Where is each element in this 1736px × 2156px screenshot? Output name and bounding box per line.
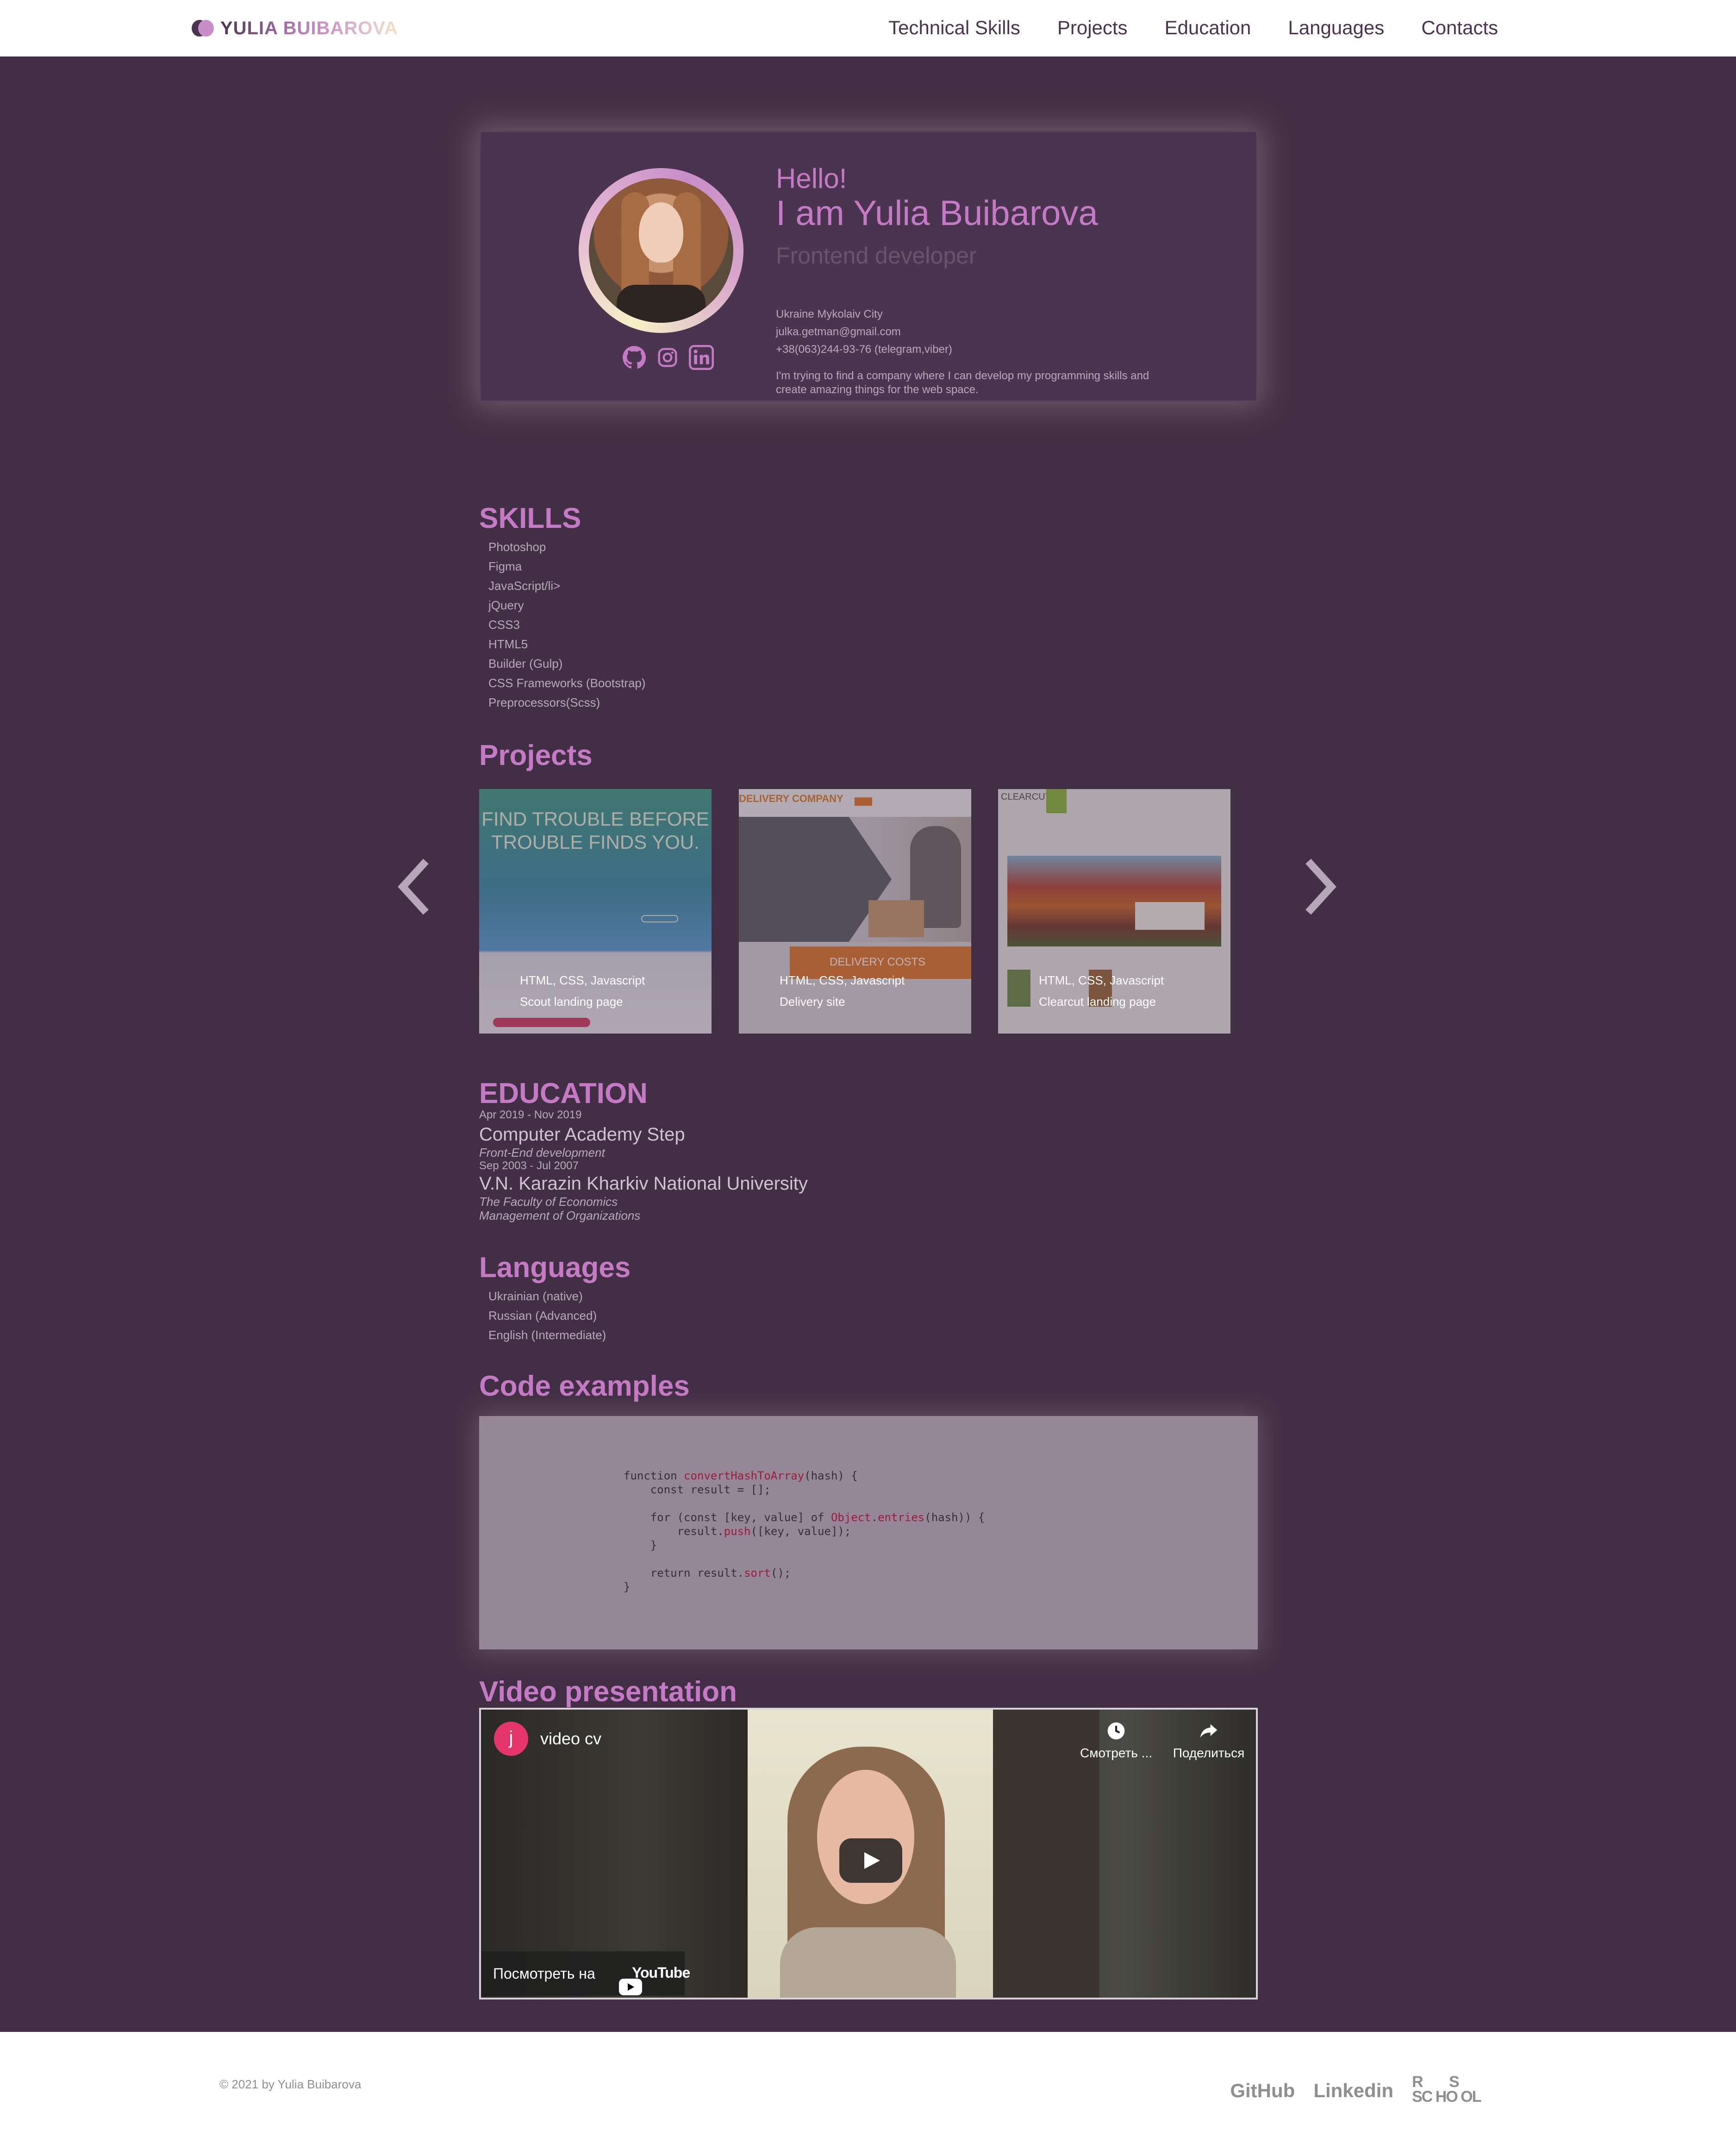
list-item: Ukrainian (native) — [488, 1289, 583, 1303]
instagram-icon[interactable] — [657, 347, 678, 368]
list-item: jQuery — [488, 598, 524, 612]
hero-phone[interactable]: +38(063)244-93-76 (telegram,viber) — [776, 343, 952, 356]
code-line: result.push([key, value]); — [624, 1525, 851, 1538]
code-line: } — [624, 1580, 631, 1593]
linkedin-icon[interactable] — [689, 345, 714, 370]
nav-contacts[interactable]: Contacts — [1421, 17, 1498, 39]
avatar — [589, 178, 733, 323]
social-links — [622, 345, 714, 370]
watch-later-label: Смотреть ... — [1080, 1746, 1152, 1760]
skills-title: SKILLS — [479, 502, 581, 534]
code-example-box: function convertHashToArray(hash) { cons… — [479, 1416, 1258, 1649]
hero-card: Hello! I am Yulia Buibarova Frontend dev… — [479, 131, 1258, 402]
list-item: Photoshop — [488, 540, 546, 554]
share-button[interactable]: Поделиться — [1162, 1721, 1255, 1761]
video-title: Video presentation — [479, 1676, 737, 1708]
footer-links: GitHub Linkedin R S SC HO OL — [1230, 2074, 1491, 2107]
project-name: Delivery site — [780, 995, 845, 1009]
list-item: HTML5 — [488, 637, 528, 651]
clock-icon — [1107, 1722, 1125, 1740]
education-detail: Management of Organizations — [479, 1209, 641, 1222]
project-name: Scout landing page — [520, 995, 623, 1009]
code-line: return result.sort(); — [624, 1567, 791, 1579]
hero-role: Frontend developer — [776, 243, 977, 269]
skills-list: Photoshop Figma JavaScript/li> jQuery CS… — [488, 537, 646, 712]
footer-github-link[interactable]: GitHub — [1230, 2080, 1295, 2102]
watch-on-youtube-button[interactable]: Посмотреть на YouTube — [481, 1951, 690, 1996]
hero-about: I'm trying to find a company where I can… — [776, 370, 1149, 396]
education-detail: Front-End development — [479, 1146, 605, 1159]
hero-greeting: Hello! — [776, 163, 847, 194]
carousel-prev-arrow-icon[interactable] — [395, 857, 432, 917]
channel-avatar[interactable]: j — [494, 1722, 528, 1756]
code-examples-title: Code examples — [479, 1370, 690, 1402]
youtube-logo-icon: YouTube — [607, 1964, 690, 1995]
nav-projects[interactable]: Projects — [1057, 17, 1128, 39]
list-item: Figma — [488, 559, 522, 573]
education-title: EDUCATION — [479, 1078, 648, 1109]
project-tech: HTML, CSS, Javascript — [780, 973, 905, 987]
list-item: English (Intermediate) — [488, 1328, 606, 1342]
youtube-wordmark: YouTube — [632, 1964, 690, 1981]
languages-list: Ukrainian (native) Russian (Advanced) En… — [488, 1286, 606, 1345]
project-card-delivery[interactable]: DELIVERY COMPANY DELIVERY COSTS HTML, CS… — [739, 789, 971, 1034]
share-icon — [1200, 1724, 1218, 1738]
site-header: YULIA BUIBAROVA Technical Skills Project… — [0, 0, 1736, 56]
projects-title: Projects — [479, 740, 593, 771]
hero-location: Ukraine Mykolaiv City — [776, 308, 883, 320]
video-embed[interactable]: j video cv Смотреть ... Поделиться Посмо… — [479, 1708, 1258, 1999]
list-item: Russian (Advanced) — [488, 1309, 597, 1322]
project-card-clearcut[interactable]: CLEARCUT HTML, CSS, Javascript Clearcut … — [998, 789, 1230, 1034]
nav-technical-skills[interactable]: Technical Skills — [888, 17, 1020, 39]
github-icon[interactable] — [622, 345, 646, 370]
list-item: Preprocessors(Scss) — [488, 696, 600, 709]
carousel-next-arrow-icon[interactable] — [1302, 857, 1339, 917]
project-name: Clearcut landing page — [1039, 995, 1156, 1009]
code-line: for (const [key, value] of Object.entrie… — [624, 1511, 985, 1524]
share-label: Поделиться — [1173, 1746, 1245, 1760]
nav-languages[interactable]: Languages — [1288, 17, 1384, 39]
code-line: const result = []; — [624, 1483, 771, 1496]
project-tech: HTML, CSS, Javascript — [520, 973, 645, 987]
footer-linkedin-link[interactable]: Linkedin — [1313, 2080, 1393, 2102]
education-school: V.N. Karazin Kharkiv National University — [479, 1173, 808, 1194]
code-line: } — [624, 1539, 657, 1552]
list-item: JavaScript/li> — [488, 579, 561, 593]
main-nav: Technical Skills Projects Education Lang… — [888, 17, 1498, 39]
project-tech: HTML, CSS, Javascript — [1039, 973, 1164, 987]
nav-education[interactable]: Education — [1165, 17, 1251, 39]
project-card-scout[interactable]: FIND TROUBLE BEFORE TROUBLE FINDS YOU. H… — [479, 789, 712, 1034]
languages-title: Languages — [479, 1252, 631, 1284]
rs-school-logo[interactable]: R S SC HO OL — [1412, 2074, 1491, 2107]
play-button-icon[interactable] — [839, 1838, 902, 1883]
list-item: Builder (Gulp) — [488, 657, 563, 671]
avatar-frame — [579, 168, 743, 333]
video-name[interactable]: video cv — [540, 1729, 601, 1749]
hero-name: I am Yulia Buibarova — [776, 194, 1098, 233]
code-snippet: function convertHashToArray(hash) { cons… — [624, 1469, 985, 1594]
site-footer: © 2021 by Yulia Buibarova GitHub Linkedi… — [0, 2032, 1736, 2156]
watch-later-button[interactable]: Смотреть ... — [1070, 1721, 1162, 1761]
list-item: CSS3 — [488, 618, 520, 632]
main-content: Hello! I am Yulia Buibarova Frontend dev… — [0, 56, 1736, 2032]
logo-text: YULIA BUIBAROVA — [220, 18, 398, 38]
hero-email[interactable]: julka.getman@gmail.com — [776, 326, 901, 338]
logo[interactable]: YULIA BUIBAROVA — [192, 18, 398, 38]
education-dates: Sep 2003 - Jul 2007 — [479, 1159, 579, 1172]
logo-mark-icon — [192, 19, 215, 38]
education-dates: Apr 2019 - Nov 2019 — [479, 1109, 582, 1121]
watch-on-label: Посмотреть на — [493, 1965, 595, 1982]
list-item: CSS Frameworks (Bootstrap) — [488, 676, 646, 690]
copyright: © 2021 by Yulia Buibarova — [219, 2077, 362, 2091]
education-school: Computer Academy Step — [479, 1124, 685, 1145]
education-detail: The Faculty of Economics — [479, 1195, 618, 1209]
code-line: function convertHashToArray(hash) { — [624, 1469, 858, 1482]
